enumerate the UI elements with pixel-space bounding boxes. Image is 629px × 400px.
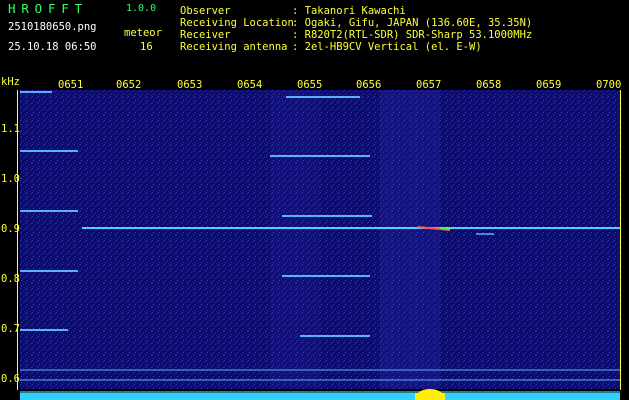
observer-label: Observer — [180, 5, 231, 17]
right-axis-line — [620, 90, 621, 390]
version-label: 1.0.0 — [126, 3, 157, 14]
type-label: meteor — [124, 27, 162, 39]
observer-value: : Takanori Kawachi — [292, 5, 406, 17]
app-logo: HROFFT — [8, 1, 88, 16]
left-axis-line — [17, 90, 18, 390]
meteor-echo — [439, 227, 451, 230]
header: HROFFT 1.0.0 2510180650.png meteor 25.10… — [0, 0, 629, 72]
signal-strength-bar — [20, 389, 620, 400]
spectrogram[interactable] — [20, 90, 620, 390]
receiver-value: : R820T2(RTL-SDR) SDR-Sharp 53.1000MHz — [292, 29, 533, 41]
unit-label: kHz — [1, 76, 20, 88]
meteor-count: 16 — [140, 41, 153, 53]
datetime: 25.10.18 06:50 — [8, 41, 97, 53]
filename: 2510180650.png — [8, 21, 97, 33]
location-value: : Ogaki, Gifu, JAPAN (136.60E, 35.35N) — [292, 17, 533, 29]
location-label: Receiving Location — [180, 17, 294, 29]
receiver-label: Receiver — [180, 29, 231, 41]
antenna-value: : 2el-HB9CV Vertical (el. E-W) — [292, 41, 482, 53]
antenna-label: Receiving antenna — [180, 41, 288, 53]
